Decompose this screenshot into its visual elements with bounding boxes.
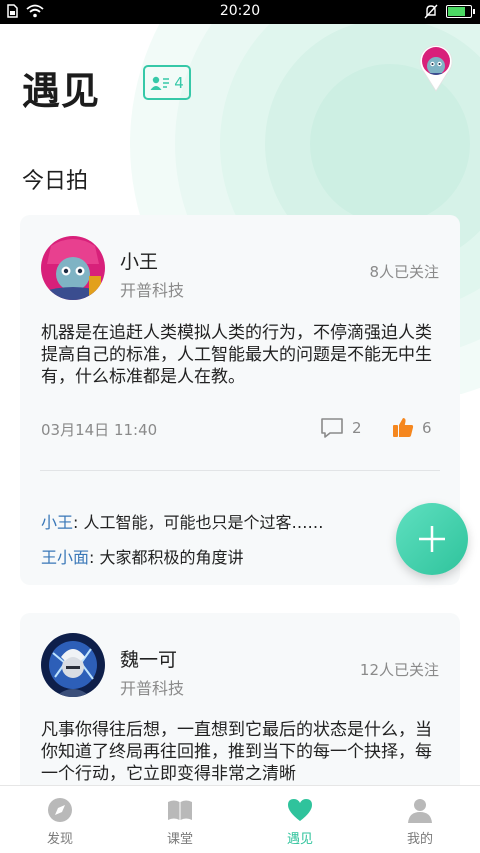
battery-icon — [446, 5, 475, 18]
status-right-icons — [424, 4, 475, 19]
status-bar: 20:20 — [0, 0, 480, 24]
comment-item[interactable]: 王小面: 大家都积极的角度讲 — [41, 544, 244, 568]
plus-icon — [419, 526, 445, 552]
comment-text: : 大家都积极的角度讲 — [89, 548, 244, 567]
thumbs-up-icon — [393, 418, 414, 437]
nav-label: 遇见 — [286, 832, 313, 847]
comment-item[interactable]: 小王: 人工智能，可能也只是个过客…… — [41, 509, 324, 533]
post-card[interactable]: 小王 开普科技 8人已关注 机器是在追赶人类模拟人类的行为，不停滴强迫人类提高自… — [20, 215, 460, 585]
user-company: 开普科技 — [120, 679, 185, 698]
user-avatar[interactable] — [41, 633, 105, 697]
commenter-name[interactable]: 王小面 — [41, 548, 89, 567]
mute-bell-icon — [424, 4, 438, 19]
person-icon — [408, 799, 432, 823]
comment-text: : 人工智能，可能也只是个过客…… — [73, 513, 324, 532]
user-name[interactable]: 小王 — [120, 247, 158, 274]
add-post-button[interactable] — [396, 503, 468, 575]
location-avatar-pin-icon[interactable] — [418, 44, 454, 92]
book-icon — [168, 800, 192, 820]
post-text: 机器是在追赶人类模拟人类的行为，不停滴强迫人类提高自己的标准，人工智能最大的问题… — [41, 323, 432, 387]
following-badge[interactable]: 4 — [143, 65, 191, 100]
followers-count: 12人已关注 — [359, 661, 439, 679]
user-company: 开普科技 — [120, 281, 185, 300]
divider — [40, 470, 440, 471]
followers-count: 8人已关注 — [369, 263, 439, 281]
user-avatar[interactable] — [41, 236, 105, 300]
compass-icon — [48, 798, 72, 822]
nav-label: 发现 — [46, 832, 73, 847]
post-time: 03月14日 11:40 — [41, 421, 158, 439]
following-count: 4 — [174, 73, 184, 92]
contacts-icon — [150, 76, 170, 90]
nav-label: 课堂 — [166, 832, 193, 847]
bottom-nav: 发现 课堂 遇见 我的 — [0, 785, 480, 853]
like-count: 6 — [422, 418, 432, 437]
comment-icon — [321, 418, 343, 438]
heart-icon — [288, 799, 312, 821]
page-title: 遇见 — [22, 69, 101, 113]
nav-item-meet[interactable]: 遇见 — [240, 786, 360, 853]
nav-item-mine[interactable]: 我的 — [360, 786, 480, 853]
status-time: 20:20 — [219, 3, 261, 19]
post-card[interactable]: 魏一可 开普科技 12人已关注 凡事你得往后想，一直想到它最后的状态是什么，当你… — [20, 613, 460, 813]
nav-item-classroom[interactable]: 课堂 — [120, 786, 240, 853]
like-button[interactable]: 6 — [392, 417, 432, 438]
nav-label: 我的 — [406, 832, 433, 847]
comment-count: 2 — [352, 419, 362, 437]
nav-item-discover[interactable]: 发现 — [0, 786, 120, 853]
commenter-name[interactable]: 小王 — [41, 513, 73, 532]
section-title: 今日拍 — [22, 169, 89, 194]
comment-button[interactable]: 2 — [320, 417, 362, 439]
user-name[interactable]: 魏一可 — [120, 645, 177, 672]
post-text: 凡事你得往后想，一直想到它最后的状态是什么，当你知道了终局再往回推，推到当下的每… — [41, 720, 432, 784]
